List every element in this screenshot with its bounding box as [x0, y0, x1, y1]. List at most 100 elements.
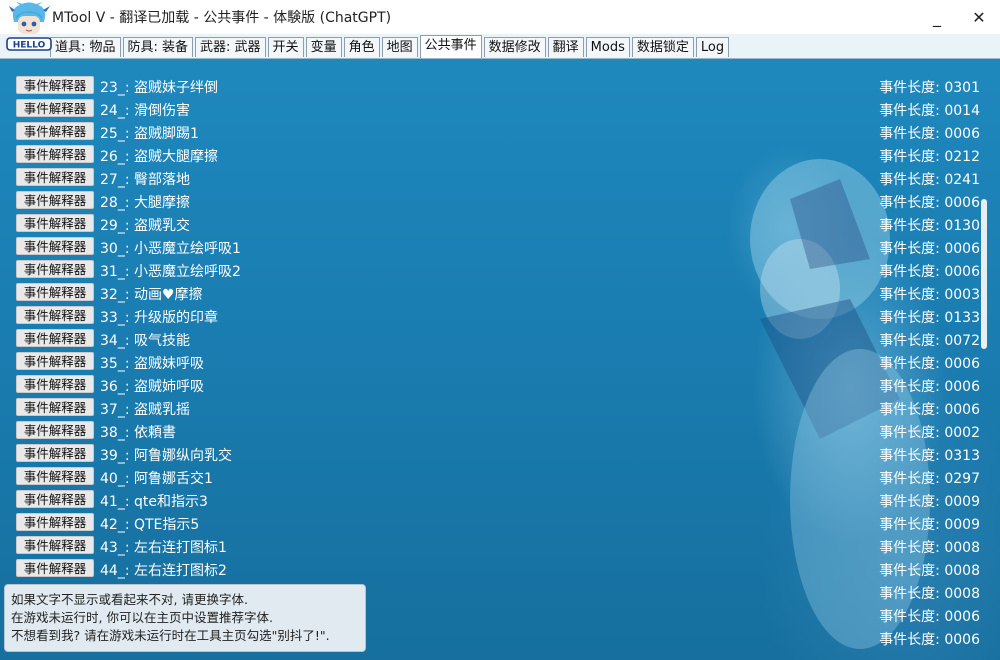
event-name: 32_: 动画♥摩擦: [100, 287, 203, 303]
event-length-prefix: 事件长度:: [879, 149, 945, 165]
event-row: 事件解释器 41_: qte和指示3 事件长度: 0009: [16, 489, 984, 511]
event-row: 事件解释器 38_: 依頼書 事件长度: 0002: [16, 420, 984, 441]
app-icon-text: HELLO: [13, 41, 46, 51]
event-length-value: 0313: [944, 448, 980, 464]
event-interpreter-button[interactable]: 事件解释器: [16, 168, 94, 186]
event-length-value: 0008: [944, 540, 980, 556]
event-length-value: 0006: [944, 356, 980, 372]
event-length: 事件长度: 0241: [879, 169, 980, 189]
event-name: 29_: 盗贼乳交: [100, 218, 190, 234]
tab-7[interactable]: 公共事件: [419, 35, 482, 58]
event-interpreter-button[interactable]: 事件解释器: [16, 398, 94, 416]
event-interpreter-button[interactable]: 事件解释器: [16, 260, 94, 278]
event-length-value: 0006: [944, 379, 980, 395]
event-length-value: 0003: [944, 287, 980, 303]
event-interpreter-button[interactable]: 事件解释器: [16, 559, 94, 577]
event-length-prefix: 事件长度:: [879, 379, 945, 395]
font-notice-tooltip: 如果文字不显示或看起来不对, 请更换字体. 在游戏未运行时, 你可以在主页中设置…: [4, 584, 366, 652]
event-interpreter-button[interactable]: 事件解释器: [16, 375, 94, 393]
event-length-value: 0008: [944, 563, 980, 579]
event-length-prefix: 事件长度:: [879, 310, 945, 326]
event-length-value: 0014: [944, 103, 980, 119]
title-bar[interactable]: HELLO MTool V - 翻译已加载 - 公共事件 - 体験版 (Chat…: [0, 0, 1000, 51]
tab-6[interactable]: 地图: [381, 37, 418, 57]
event-row: 事件解释器 31_: 小恶魔立绘呼吸2 事件长度: 0006: [16, 259, 984, 280]
tab-0[interactable]: 道具: 物品: [50, 37, 121, 57]
event-interpreter-button[interactable]: 事件解释器: [16, 145, 94, 163]
event-length-prefix: 事件长度:: [879, 540, 945, 556]
tab-3[interactable]: 开关: [267, 37, 304, 57]
event-interpreter-button[interactable]: 事件解释器: [16, 352, 94, 370]
event-name: 27_: 臀部落地: [100, 172, 190, 188]
event-length: 事件长度: 0301: [879, 77, 980, 97]
tab-12[interactable]: Log: [695, 37, 730, 57]
event-length-value: 0133: [944, 310, 980, 326]
event-interpreter-button[interactable]: 事件解释器: [16, 214, 94, 232]
close-button[interactable]: ✕: [958, 0, 1000, 34]
event-length-prefix: 事件长度:: [879, 264, 945, 280]
event-interpreter-button[interactable]: 事件解释器: [16, 490, 94, 508]
event-length-prefix: 事件长度:: [879, 586, 945, 602]
event-length: 事件长度: 0003: [879, 284, 980, 304]
tab-4[interactable]: 变量: [305, 37, 342, 57]
event-row: 事件解释器 26_: 盗贼大腿摩擦 事件长度: 0212: [16, 144, 984, 165]
event-list-panel[interactable]: 事件解释器 23_: 盗贼妹子绊倒 事件长度: 0301 事件解释器 24_: 滑倒伤害…: [0, 59, 1000, 660]
event-interpreter-button[interactable]: 事件解释器: [16, 467, 94, 485]
event-length: 事件长度: 0297: [879, 468, 980, 488]
window-title: MTool V - 翻译已加载 - 公共事件 - 体験版 (ChatGPT): [52, 10, 392, 26]
event-interpreter-button[interactable]: 事件解释器: [16, 99, 94, 117]
event-name: 24_: 滑倒伤害: [100, 103, 190, 119]
event-interpreter-button[interactable]: 事件解释器: [16, 191, 94, 209]
tab-8[interactable]: 数据修改: [483, 37, 546, 57]
event-length-value: 0006: [944, 402, 980, 418]
event-length-prefix: 事件长度:: [879, 287, 945, 303]
event-name: 26_: 盗贼大腿摩擦: [100, 149, 218, 165]
event-row: 事件解释器 43_: 左右连打图标1 事件长度: 0008: [16, 535, 984, 556]
tab-5[interactable]: 角色: [343, 37, 380, 57]
event-row: 事件解释器 36_: 盗贼姉呼吸 事件长度: 0006: [16, 374, 984, 395]
minimize-button[interactable]: _: [916, 0, 958, 34]
event-row: 事件解释器 30_: 小恶魔立绘呼吸1 事件长度: 0006: [16, 236, 984, 258]
event-interpreter-button[interactable]: 事件解释器: [16, 283, 94, 301]
event-name: 23_: 盗贼妹子绊倒: [100, 80, 218, 96]
event-name: 38_: 依頼書: [100, 425, 176, 441]
tab-2[interactable]: 武器: 武器: [195, 37, 266, 57]
event-name: 34_: 吸气技能: [100, 333, 190, 349]
event-length-prefix: 事件长度:: [879, 172, 945, 188]
event-interpreter-button[interactable]: 事件解释器: [16, 421, 94, 439]
event-row: 事件解释器 27_: 臀部落地 事件长度: 0241: [16, 167, 984, 189]
event-interpreter-button[interactable]: 事件解释器: [16, 513, 94, 531]
event-length-value: 0006: [944, 195, 980, 211]
app-mascot-icon[interactable]: HELLO: [6, 2, 52, 54]
event-interpreter-button[interactable]: 事件解释器: [16, 444, 94, 462]
event-length: 事件长度: 0009: [879, 491, 980, 511]
event-interpreter-button[interactable]: 事件解释器: [16, 329, 94, 347]
event-name: 41_: qte和指示3: [100, 494, 208, 510]
event-interpreter-button[interactable]: 事件解释器: [16, 536, 94, 554]
tab-1[interactable]: 防具: 装备: [122, 37, 194, 57]
event-row: 事件解释器 24_: 滑倒伤害 事件长度: 0014: [16, 98, 984, 119]
event-length: 事件长度: 0006: [879, 192, 980, 212]
event-length-prefix: 事件长度:: [879, 126, 945, 142]
event-length-value: 0130: [944, 218, 980, 234]
event-interpreter-button[interactable]: 事件解释器: [16, 76, 94, 94]
event-length-prefix: 事件长度:: [879, 241, 945, 257]
event-length-value: 0009: [944, 494, 980, 510]
event-name: 43_: 左右连打图标1: [100, 540, 227, 556]
tab-10[interactable]: Mods: [585, 37, 630, 57]
tab-9[interactable]: 翻译: [547, 37, 584, 57]
event-interpreter-button[interactable]: 事件解释器: [16, 237, 94, 255]
event-length-prefix: 事件长度:: [879, 471, 945, 487]
tab-11[interactable]: 数据锁定: [631, 37, 694, 57]
event-length: 事件长度: 0009: [879, 514, 980, 534]
event-length-value: 0212: [944, 149, 980, 165]
vertical-scrollbar[interactable]: [981, 69, 987, 659]
scrollbar-thumb[interactable]: [981, 199, 987, 349]
event-length: 事件长度: 0008: [879, 583, 980, 603]
event-length: 事件长度: 0006: [879, 399, 980, 419]
event-interpreter-button[interactable]: 事件解释器: [16, 306, 94, 324]
event-interpreter-button[interactable]: 事件解释器: [16, 122, 94, 140]
event-length-value: 0301: [944, 80, 980, 96]
event-length: 事件长度: 0006: [879, 238, 980, 258]
event-name: 39_: 阿鲁娜纵向乳交: [100, 448, 232, 464]
